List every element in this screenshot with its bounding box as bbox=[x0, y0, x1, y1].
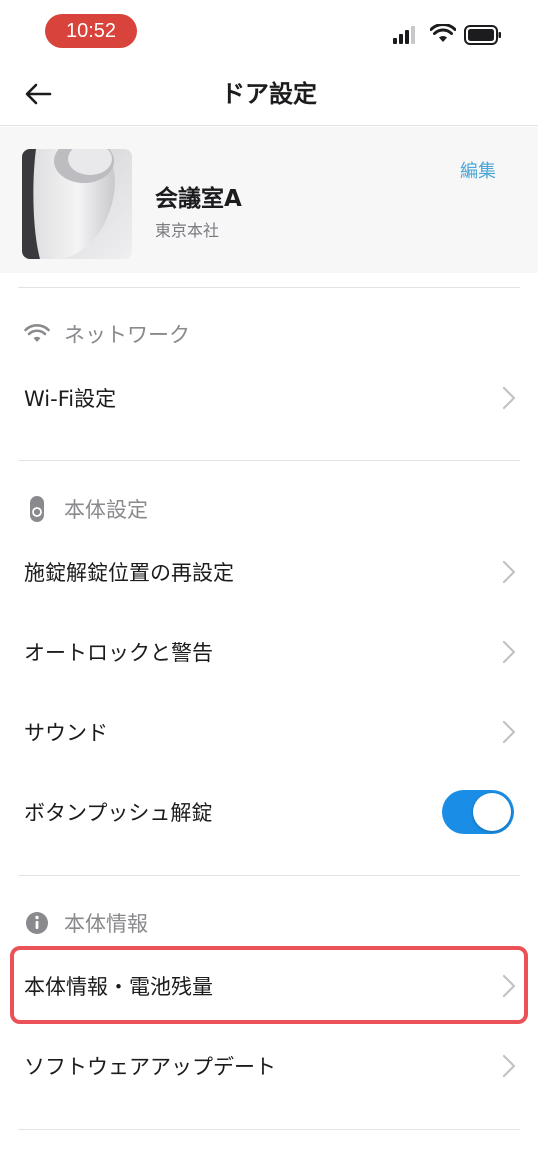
device-image bbox=[22, 149, 132, 259]
row-label: Wi-Fi設定 bbox=[24, 387, 117, 411]
status-time: 10:52 bbox=[45, 14, 137, 48]
page-title: ドア設定 bbox=[221, 80, 317, 108]
row-sound[interactable]: サウンド bbox=[0, 702, 538, 762]
row-wifi-settings[interactable]: Wi-Fi設定 bbox=[0, 368, 538, 428]
device-name: 会議室A bbox=[155, 186, 242, 212]
section-header-body-info: 本体情報 bbox=[22, 907, 148, 939]
cellular-signal-icon bbox=[393, 26, 415, 44]
device-card: 会議室A 東京本社 編集 bbox=[0, 127, 538, 273]
chevron-right-icon bbox=[502, 560, 516, 584]
toggle-knob bbox=[473, 793, 511, 831]
divider bbox=[18, 1129, 520, 1130]
status-bar: 10:52 bbox=[0, 0, 538, 62]
device-location: 東京本社 bbox=[155, 221, 220, 240]
row-autolock-warning[interactable]: オートロックと警告 bbox=[0, 622, 538, 682]
chevron-right-icon bbox=[502, 720, 516, 744]
lock-device-icon bbox=[22, 494, 52, 524]
divider bbox=[18, 875, 520, 876]
highlight-box bbox=[10, 946, 528, 1024]
nav-bar: ドア設定 bbox=[0, 62, 538, 126]
row-label: オートロックと警告 bbox=[24, 641, 213, 665]
row-label: ソフトウェアアップデート bbox=[24, 1055, 276, 1079]
section-header-label: 本体設定 bbox=[64, 498, 148, 522]
edit-button[interactable]: 編集 bbox=[460, 157, 496, 183]
section-header-label: ネットワーク bbox=[64, 323, 190, 347]
divider bbox=[18, 287, 520, 288]
row-label: 施錠解錠位置の再設定 bbox=[24, 561, 234, 585]
button-push-unlock-toggle[interactable] bbox=[442, 790, 514, 834]
section-header-network: ネットワーク bbox=[22, 318, 190, 350]
wifi-icon bbox=[22, 319, 52, 349]
chevron-right-icon bbox=[502, 386, 516, 410]
info-icon bbox=[22, 908, 52, 938]
row-software-update[interactable]: ソフトウェアアップデート bbox=[0, 1036, 538, 1096]
row-button-push-unlock: ボタンプッシュ解錠 bbox=[0, 782, 538, 842]
row-reset-lock-position[interactable]: 施錠解錠位置の再設定 bbox=[0, 542, 538, 602]
chevron-right-icon bbox=[502, 640, 516, 664]
row-label: ボタンプッシュ解錠 bbox=[24, 801, 213, 825]
wifi-status-icon bbox=[430, 24, 456, 42]
divider bbox=[18, 460, 520, 461]
section-header-body-settings: 本体設定 bbox=[22, 493, 148, 525]
chevron-right-icon bbox=[502, 1054, 516, 1078]
row-label: サウンド bbox=[24, 721, 108, 745]
section-header-label: 本体情報 bbox=[64, 912, 148, 936]
battery-icon bbox=[464, 25, 501, 45]
